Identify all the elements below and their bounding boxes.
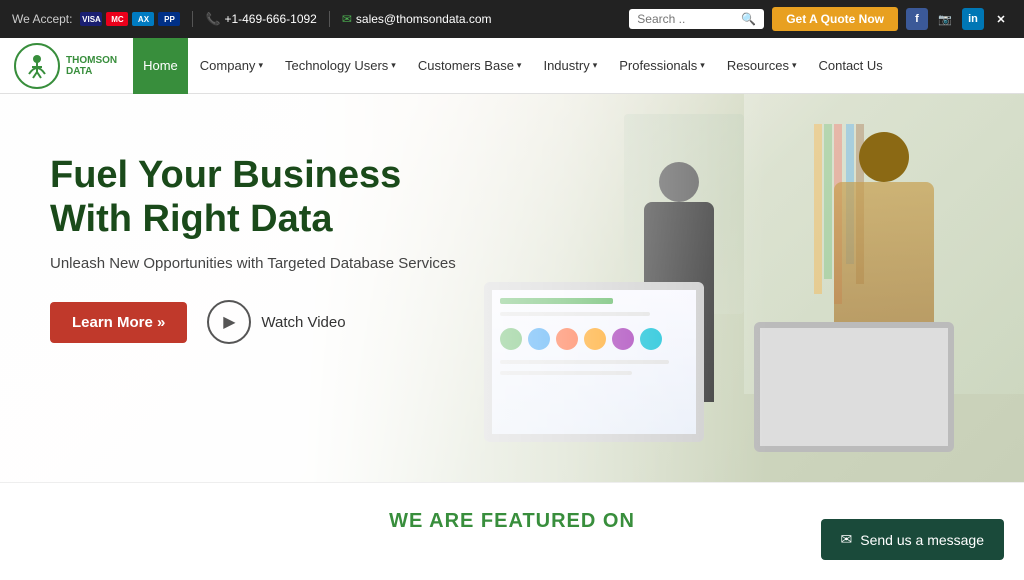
learn-more-button[interactable]: Learn More »: [50, 302, 187, 343]
nav-professionals-label: Professionals: [619, 58, 697, 73]
featured-title: WE ARE FEATURED ON: [389, 510, 635, 533]
nav-item-industry[interactable]: Industry ▾: [533, 38, 607, 94]
email-info: ✉ sales@thomsondata.com: [342, 12, 492, 26]
top-bar: We Accept: VISA MC AX PP 📞 +1-469-666-10…: [0, 0, 1024, 38]
email-address: sales@thomsondata.com: [356, 12, 492, 26]
payment-icons: VISA MC AX PP: [80, 12, 180, 26]
chevron-down-icon3: ▾: [517, 60, 522, 71]
navbar: THOMSONDATA Home Company ▾ Technology Us…: [0, 38, 1024, 94]
send-message-button[interactable]: ✉ Send us a message: [821, 519, 1004, 560]
phone-icon: 📞: [205, 12, 220, 26]
nav-customers-label: Customers Base: [418, 58, 514, 73]
social-icons: f 📷 in ✕: [906, 8, 1012, 30]
visa-icon: VISA: [80, 12, 102, 26]
hero-title: Fuel Your Business With Right Data: [50, 154, 456, 241]
watch-video-button[interactable]: ▶ Watch Video: [207, 300, 345, 344]
amex-icon: AX: [132, 12, 154, 26]
nav-contact-label: Contact Us: [818, 58, 882, 73]
nav-industry-label: Industry: [543, 58, 589, 73]
nav-items: Home Company ▾ Technology Users ▾ Custom…: [133, 38, 893, 94]
hero-title-line1: Fuel Your Business: [50, 154, 401, 196]
watch-video-label: Watch Video: [261, 314, 345, 331]
chevron-down-icon5: ▾: [700, 60, 705, 71]
top-bar-left: We Accept: VISA MC AX PP 📞 +1-469-666-10…: [12, 11, 619, 27]
message-icon: ✉: [841, 531, 853, 548]
twitter-icon[interactable]: 📷: [934, 8, 956, 30]
accept-label: We Accept:: [12, 12, 72, 26]
chevron-down-icon4: ▾: [593, 60, 598, 71]
chevron-down-icon: ▾: [258, 60, 263, 71]
linkedin-icon[interactable]: in: [962, 8, 984, 30]
nav-item-resources[interactable]: Resources ▾: [717, 38, 807, 94]
hero-subtitle: Unleash New Opportunities with Targeted …: [50, 255, 456, 272]
hero-title-line2: With Right Data: [50, 198, 333, 240]
chevron-down-icon6: ▾: [792, 60, 797, 71]
nav-company-label: Company: [200, 58, 256, 73]
nav-item-contact-us[interactable]: Contact Us: [808, 38, 892, 94]
search-input[interactable]: [637, 12, 737, 26]
phone-number: +1-469-666-1092: [224, 12, 316, 26]
send-message-label: Send us a message: [860, 532, 984, 548]
chevron-down-icon2: ▾: [391, 60, 396, 71]
facebook-icon[interactable]: f: [906, 8, 928, 30]
hero-buttons: Learn More » ▶ Watch Video: [50, 300, 456, 344]
nav-item-company[interactable]: Company ▾: [190, 38, 273, 94]
hero-content: Fuel Your Business With Right Data Unlea…: [0, 94, 506, 404]
nav-resources-label: Resources: [727, 58, 789, 73]
play-icon: ▶: [207, 300, 251, 344]
search-icon: 🔍: [741, 12, 756, 26]
nav-item-technology-users[interactable]: Technology Users ▾: [275, 38, 406, 94]
divider: [192, 11, 193, 27]
logo-figure-icon: [23, 52, 51, 80]
top-bar-right: 🔍 Get A Quote Now f 📷 in ✕: [629, 7, 1012, 31]
nav-item-home[interactable]: Home: [133, 38, 188, 94]
hero-section: Fuel Your Business With Right Data Unlea…: [0, 94, 1024, 482]
logo-circle: [14, 43, 60, 89]
email-icon: ✉: [342, 12, 352, 26]
quote-button[interactable]: Get A Quote Now: [772, 7, 898, 31]
nav-item-customers-base[interactable]: Customers Base ▾: [408, 38, 532, 94]
paypal-icon: PP: [158, 12, 180, 26]
nav-item-professionals[interactable]: Professionals ▾: [609, 38, 715, 94]
divider2: [329, 11, 330, 27]
phone-info: 📞 +1-469-666-1092: [205, 12, 316, 26]
nav-home-label: Home: [143, 58, 178, 73]
mastercard-icon: MC: [106, 12, 128, 26]
logo-text: THOMSONDATA: [66, 55, 117, 77]
nav-tech-label: Technology Users: [285, 58, 388, 73]
logo[interactable]: THOMSONDATA: [14, 43, 117, 89]
search-box[interactable]: 🔍: [629, 9, 764, 29]
x-icon[interactable]: ✕: [990, 8, 1012, 30]
